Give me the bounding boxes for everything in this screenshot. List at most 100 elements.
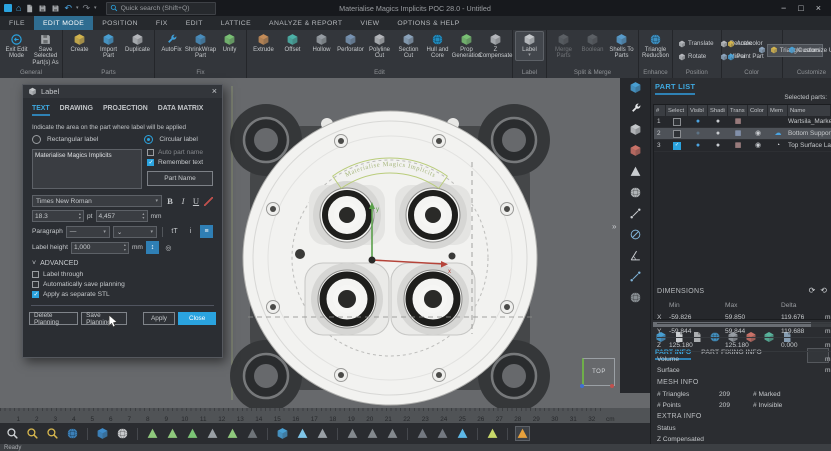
label-text-input[interactable]: Materialise Magics Implicits [32, 149, 142, 189]
redo-button[interactable]: ↷ [83, 3, 91, 14]
Label[interactable]: Label▾ [515, 31, 544, 61]
Extrude[interactable]: Extrude [249, 31, 278, 55]
label-height-input[interactable]: 1,000▴▾ [71, 242, 129, 254]
rectangular-label-radio[interactable] [32, 135, 41, 144]
color-icon[interactable] [748, 128, 768, 139]
Merge Parts[interactable]: Merge Parts [549, 31, 578, 62]
select-blue-triangle-icon[interactable] [455, 426, 470, 441]
remesh-icon[interactable] [629, 186, 642, 199]
Duplicate[interactable]: Duplicate [123, 31, 152, 55]
apply-button[interactable]: Apply [143, 312, 176, 325]
mark-plane-icon[interactable] [165, 426, 180, 441]
filter-e-icon[interactable] [435, 426, 450, 441]
measure-line-icon[interactable] [629, 270, 642, 283]
font-pick-icon[interactable] [204, 197, 213, 206]
ribbon-tab[interactable]: EDIT MODE [34, 16, 93, 30]
select-checkbox[interactable] [673, 118, 681, 126]
column-header[interactable]: Select [666, 105, 688, 116]
transparency-icon[interactable] [728, 116, 748, 127]
part-name[interactable]: Top Surface Lab [788, 140, 831, 151]
kerning-icon[interactable]: i [184, 225, 197, 238]
ribbon-tab[interactable]: FIX [147, 16, 177, 30]
bold-button[interactable]: B [165, 196, 175, 206]
ribbon-tab[interactable]: OPTIONS & HELP [388, 16, 468, 30]
mark-all-icon[interactable] [295, 426, 310, 441]
column-header[interactable]: Mem [768, 105, 788, 116]
visibility-eye-icon[interactable] [688, 140, 708, 151]
dialog-tab[interactable]: DATA MATRIX [158, 105, 204, 116]
ribbon-tab[interactable]: ANALYZE & REPORT [260, 16, 351, 30]
repair-icon[interactable] [629, 144, 642, 157]
text-case-icon[interactable]: tT [168, 225, 181, 238]
Prop Generation[interactable]: Prop Generation [452, 31, 481, 62]
minimize-button[interactable]: − [781, 0, 786, 16]
part-row[interactable]: 1 Wartsila_Marketi [654, 116, 831, 128]
orientation-indicator[interactable]: TOP [582, 358, 615, 386]
default-views-icon[interactable] [95, 426, 110, 441]
column-header[interactable]: Name [788, 105, 831, 116]
filter-d-icon[interactable] [415, 426, 430, 441]
Import Part[interactable]: Import Part [94, 31, 123, 62]
mark-region-icon[interactable] [245, 426, 260, 441]
remember-text-checkbox[interactable] [147, 159, 154, 166]
zoom-out-icon[interactable] [45, 426, 60, 441]
dialog-title-bar[interactable]: Label × [23, 85, 222, 98]
label-preview-icon[interactable]: ◎ [162, 241, 175, 254]
paint-triangle-icon[interactable] [515, 426, 530, 441]
color-icon[interactable] [748, 116, 768, 127]
shading-icon[interactable] [708, 140, 728, 151]
zoom-icon[interactable] [5, 426, 20, 441]
unmark-all-icon[interactable] [315, 426, 330, 441]
italic-button[interactable]: I [178, 196, 188, 206]
advanced-checkbox[interactable] [32, 271, 39, 278]
column-header[interactable]: Trans [728, 105, 748, 116]
Unify[interactable]: Unify [215, 31, 244, 55]
refresh-icon[interactable]: ⟳ [809, 286, 816, 295]
font-size-input[interactable]: 18.3▴▾ [32, 210, 84, 222]
advanced-checkbox[interactable] [32, 281, 39, 288]
dialog-tab[interactable]: TEXT [32, 105, 50, 116]
paragraph-spacing-select[interactable]: ⌄▾ [113, 226, 157, 238]
spinner-icon[interactable]: ▴▾ [79, 212, 81, 220]
spinner-icon[interactable]: ▴▾ [124, 243, 126, 251]
zoom-in-icon[interactable] [25, 426, 40, 441]
undo-caret-icon[interactable]: ▾ [76, 5, 79, 11]
separator[interactable] [477, 428, 478, 440]
dialog-tab[interactable]: PROJECTION [103, 105, 148, 116]
measure-distance-icon[interactable] [629, 207, 642, 220]
mark-shell-icon[interactable] [225, 426, 240, 441]
import-icon[interactable] [51, 4, 60, 13]
filter-a-icon[interactable] [345, 426, 360, 441]
Paint Part[interactable]: Paint Part [724, 50, 767, 63]
Translate[interactable]: Translate [675, 37, 717, 50]
transparency-icon[interactable] [728, 140, 748, 151]
Hollow[interactable]: Hollow [307, 31, 336, 55]
home-icon[interactable]: ⌂ [16, 4, 21, 13]
mark-triangle-icon[interactable] [145, 426, 160, 441]
marked-cube-icon[interactable] [275, 426, 290, 441]
separator[interactable] [337, 428, 338, 440]
panel-expand-chevron[interactable]: » [612, 222, 616, 231]
ribbon-tab[interactable]: LATTICE [212, 16, 260, 30]
transparency-icon[interactable] [728, 128, 748, 139]
save-planning-button[interactable]: Save Planning [81, 312, 127, 325]
paragraph-align-select[interactable]: —▾ [66, 226, 110, 238]
Triangle Reduction[interactable]: Triangle Reduction [641, 31, 670, 62]
Polyline Cut[interactable]: Polyline Cut [365, 31, 394, 62]
auto-part-name-checkbox[interactable] [147, 149, 154, 156]
Hull and Core[interactable]: Hull and Core [423, 31, 452, 62]
visibility-eye-icon[interactable] [688, 116, 708, 127]
column-header[interactable]: Visibl [688, 105, 708, 116]
Perforator[interactable]: Perforator [336, 31, 365, 55]
font-height-input[interactable]: 4,457▴▾ [96, 210, 148, 222]
orientation-icon[interactable] [629, 123, 642, 136]
fix-wizard-icon[interactable] [629, 102, 642, 115]
column-header[interactable]: # [654, 105, 666, 116]
maximize-button[interactable]: □ [798, 0, 803, 16]
spinner-icon[interactable]: ▴▾ [142, 212, 144, 220]
part-list-panel-icon[interactable] [629, 81, 642, 94]
color-icon[interactable] [748, 140, 768, 151]
ribbon-tab[interactable]: FILE [0, 16, 34, 30]
mark-brush-icon[interactable] [205, 426, 220, 441]
Exit Edit Mode[interactable]: Exit Edit Mode [2, 31, 31, 62]
